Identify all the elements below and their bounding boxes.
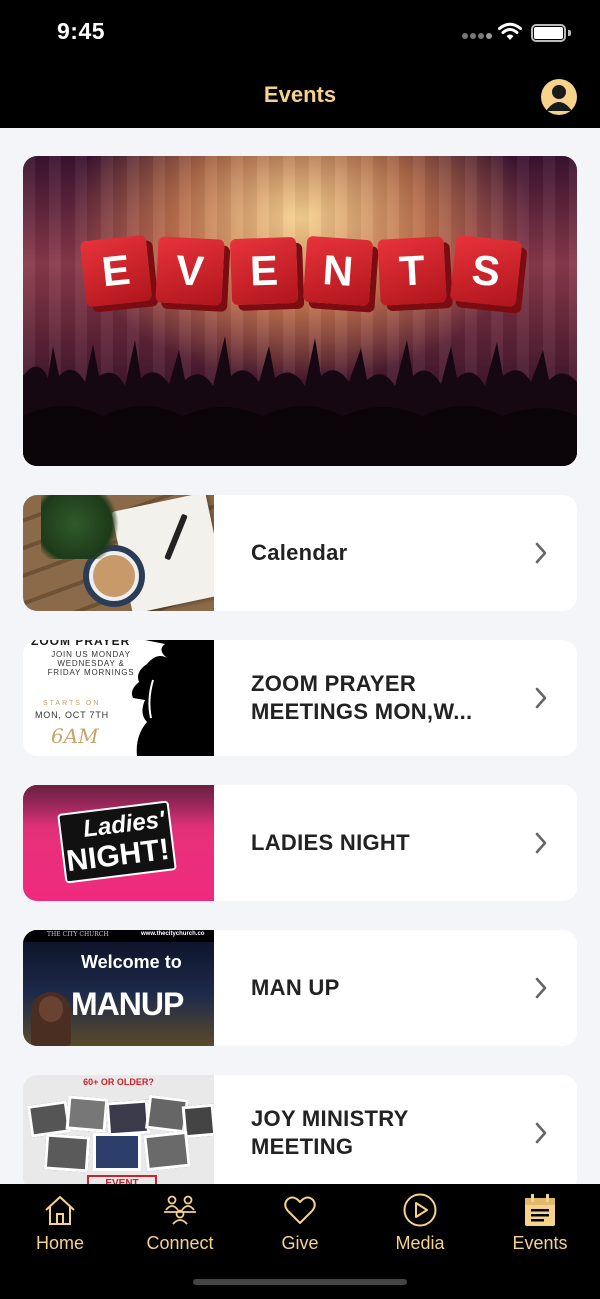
play-icon [403,1193,437,1227]
event-title: LADIES NIGHT [251,830,410,855]
tab-home[interactable]: Home [0,1184,120,1264]
thumb-text: THE CITY CHURCH [47,931,109,938]
ladies-night-thumbnail: Ladies' NIGHT! [23,785,214,901]
home-indicator [193,1279,407,1285]
thumb-text: MANUP [71,986,184,1022]
list-item-zoom-prayer[interactable]: ZOOM PRAYER JOIN US MONDAY WEDNESDAY & FRI… [23,640,577,756]
event-title: Calendar [251,540,348,565]
battery-icon [531,24,571,42]
chevron-right-icon [535,977,547,999]
tab-label: Home [35,1233,84,1253]
tab-events[interactable]: Events [480,1184,600,1264]
thumb-text: Welcome to [81,952,182,972]
status-bar: 9:45 [0,0,600,62]
heart-icon [284,1196,316,1224]
tab-label: Connect [146,1233,214,1253]
chevron-right-icon [535,542,547,564]
home-icon [45,1196,75,1225]
thumb-text: 6AM [51,724,99,748]
tab-media[interactable]: Media [360,1184,480,1264]
signal-icon [462,33,492,39]
thumb-header-text: ZOOM PRAYER [31,640,131,648]
status-time: 9:45 [57,18,106,44]
event-title: JOY MINISTRY MEETING [251,1106,409,1159]
tab-label: Events [512,1233,568,1253]
navigation-bar: Events [0,62,600,128]
man-up-thumbnail: THE CITY CHURCH www.thecitychurch.co Wel… [23,930,214,1046]
thumb-text: 60+ OR OLDER? [83,1077,154,1087]
cube-letter: E [79,234,153,308]
thumb-text: STARTS ON [43,700,101,707]
cube-letter: N [302,235,374,307]
tab-connect[interactable]: Connect [120,1184,240,1264]
list-item-joy-ministry[interactable]: 60+ OR OLDER? EVENT JOY MINISTRY MEETING [23,1075,577,1191]
zoom-prayer-thumbnail: ZOOM PRAYER JOIN US MONDAY WEDNESDAY & FRI… [23,640,214,756]
wifi-icon [498,22,522,40]
chevron-right-icon [535,832,547,854]
events-hero-banner: E V E N T S [23,156,577,466]
chevron-right-icon [535,1122,547,1144]
chevron-right-icon [535,687,547,709]
tab-give[interactable]: Give [240,1184,360,1264]
list-item-ladies-night[interactable]: Ladies' NIGHT! LADIES NIGHT [23,785,577,901]
list-item-calendar[interactable]: Calendar [23,495,577,611]
cube-letter: E [229,236,299,306]
tab-label: Give [281,1233,319,1253]
event-title: MAN UP [251,975,340,1000]
list-item-man-up[interactable]: THE CITY CHURCH www.thecitychurch.co Wel… [23,930,577,1046]
crowd-silhouette [23,336,577,466]
thumb-text: MON, OCT 7TH [35,710,109,720]
events-cubes: E V E N T S [79,234,523,318]
user-icon [546,85,572,111]
joy-ministry-thumbnail: 60+ OR OLDER? EVENT [23,1075,214,1191]
cube-letter: S [449,234,523,308]
thumb-text: JOIN US MONDAY WEDNESDAY & FRIDAY MORNINGS [47,650,135,677]
tab-label: Media [395,1233,445,1253]
events-icon [525,1194,555,1226]
thumb-text: www.thecitychurch.co [141,931,205,937]
connect-icon [164,1195,196,1225]
event-title: ZOOM PRAYER MEETINGS MON,W... [251,671,473,724]
cube-letter: V [155,236,225,306]
cube-letter: T [377,236,447,306]
page-title: Events [263,82,337,107]
profile-button[interactable] [541,79,577,115]
calendar-thumbnail [23,495,214,611]
